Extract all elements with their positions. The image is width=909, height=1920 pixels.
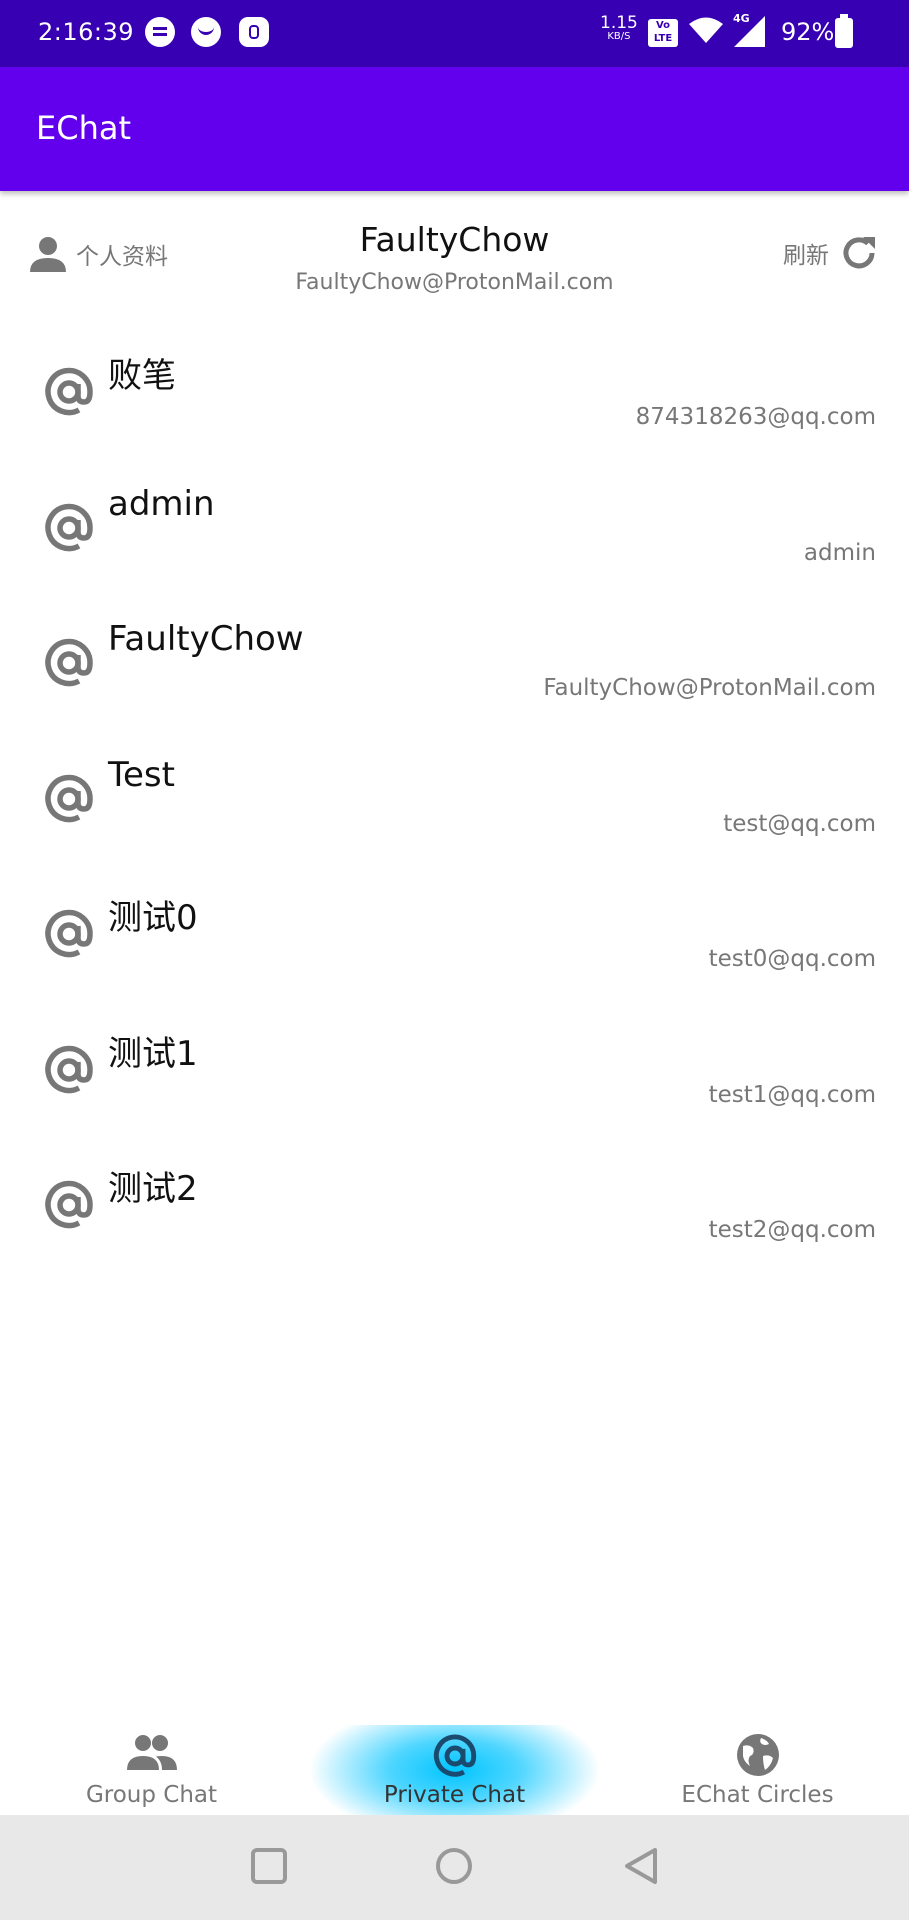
contact-item[interactable]: Test test@qq.com	[0, 737, 909, 873]
bottom-navigation: Group Chat Private Chat EChat Circles	[0, 1715, 909, 1815]
contact-email: test1@qq.com	[708, 1081, 876, 1108]
contact-name: 测试1	[108, 1033, 198, 1074]
refresh-icon	[843, 237, 875, 269]
contact-email: admin	[803, 539, 876, 566]
tab-label: Group Chat	[85, 1782, 218, 1808]
at-icon	[45, 1045, 93, 1093]
contact-name: 败笔	[108, 356, 176, 396]
system-navigation-bar	[0, 1815, 909, 1920]
contact-email: test0@qq.com	[708, 946, 876, 972]
contact-email: test@qq.com	[723, 810, 876, 837]
at-icon	[45, 1180, 93, 1229]
contact-name: 测试0	[108, 898, 198, 938]
globe-icon	[736, 1734, 779, 1776]
app-notification-icon	[191, 17, 221, 47]
status-time: 2:16:39	[38, 18, 135, 46]
volte-icon: Vo LTE	[648, 19, 678, 47]
at-icon	[45, 774, 93, 822]
at-icon	[433, 1734, 476, 1777]
contact-name: admin	[108, 483, 215, 524]
contact-email: FaultyChow@ProtonMail.com	[543, 675, 876, 701]
refresh-button[interactable]: 刷新	[783, 232, 879, 274]
contact-item[interactable]: 败笔 874318263@qq.com	[0, 330, 909, 466]
network-speed: 1.15 KB/S	[600, 13, 638, 43]
at-icon	[45, 367, 93, 416]
recent-apps-icon[interactable]	[250, 1847, 288, 1885]
security-notification-icon	[239, 17, 269, 47]
tab-private-chat[interactable]: Private Chat	[303, 1715, 606, 1815]
message-notification-icon	[145, 17, 175, 47]
tab-echat-circles[interactable]: EChat Circles	[606, 1715, 909, 1815]
battery-icon	[835, 14, 853, 48]
group-icon	[126, 1735, 177, 1770]
status-bar: 2:16:39 1.15 KB/S Vo LTE 4G 92%	[0, 0, 909, 67]
app-title: EChat	[36, 109, 131, 147]
contact-list: 败笔 874318263@qq.com admin admin FaultyCh…	[0, 330, 909, 1279]
tab-label: Private Chat	[383, 1782, 526, 1808]
tab-label: EChat Circles	[681, 1782, 834, 1808]
back-icon[interactable]	[622, 1847, 660, 1885]
current-user-name: FaultyChow	[359, 220, 550, 259]
contact-item[interactable]: 测试2 test2@qq.com	[0, 1143, 909, 1279]
network-type: 4G	[733, 12, 750, 25]
battery-percent: 92%	[781, 18, 835, 46]
contact-item[interactable]: admin admin	[0, 466, 909, 602]
current-user-email: FaultyChow@ProtonMail.com	[295, 270, 614, 295]
contact-name: FaultyChow	[108, 619, 304, 659]
at-icon	[45, 503, 93, 551]
wifi-icon	[689, 17, 723, 43]
contact-item[interactable]: FaultyChow FaultyChow@ProtonMail.com	[0, 601, 909, 737]
contact-item[interactable]: 测试1 test1@qq.com	[0, 1008, 909, 1144]
contact-email: test2@qq.com	[708, 1217, 876, 1243]
at-icon	[45, 909, 93, 958]
contact-item[interactable]: 测试0 test0@qq.com	[0, 872, 909, 1008]
volte-text-top: Vo	[655, 20, 671, 31]
home-icon[interactable]	[435, 1847, 473, 1885]
volte-text-bottom: LTE	[653, 33, 673, 44]
contact-email: 874318263@qq.com	[635, 404, 876, 430]
tab-group-chat[interactable]: Group Chat	[0, 1715, 303, 1815]
contact-name: 测试2	[108, 1169, 198, 1209]
refresh-label: 刷新	[783, 243, 829, 269]
at-icon	[45, 638, 93, 687]
network-speed-value: 1.15	[600, 13, 638, 33]
contact-name: Test	[108, 754, 175, 795]
app-bar: EChat	[0, 67, 909, 191]
